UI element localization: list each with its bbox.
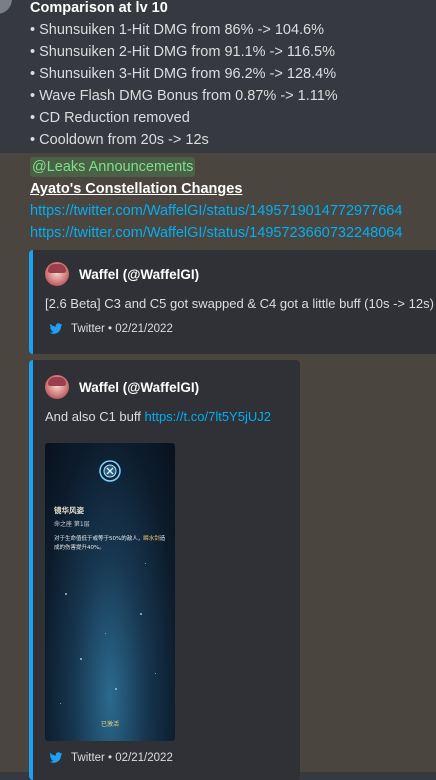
constellation-level: 命之座 第1层: [54, 521, 90, 528]
change-item: • Shunsuiken 1-Hit DMG from 86% -> 104.6…: [30, 22, 324, 38]
footer-text: Twitter • 02/21/2022: [71, 323, 173, 335]
constellation-title: 镜华风姿: [54, 506, 84, 515]
twitter-icon: [49, 323, 63, 334]
constellation-description: 对于生命值低于或等于50%的敌人，瞬水剑造成的伤害提升40%。: [54, 536, 166, 551]
constellation-screenshot[interactable]: 镜华风姿 命之座 第1层 对于生命值低于或等于50%的敌人，瞬水剑造成的伤害提升…: [45, 443, 175, 741]
footer-text: Twitter • 02/21/2022: [71, 752, 173, 764]
author-avatar: [45, 262, 69, 286]
tweet-embed: Waffel (@WaffelGI) And also C1 buff http…: [29, 360, 300, 780]
change-item: • CD Reduction removed: [30, 110, 190, 126]
activated-badge: 已激活: [100, 721, 119, 728]
message-heading: Ayato's Constellation Changes: [30, 181, 243, 197]
twitter-icon: [49, 752, 63, 763]
role-mention[interactable]: @Leaks Announcements: [30, 157, 196, 177]
constellation-emblem-icon: [99, 460, 121, 482]
change-item: • Shunsuiken 3-Hit DMG from 96.2% -> 128…: [30, 66, 337, 82]
author-avatar: [45, 375, 69, 399]
comparison-title: Comparison at lv 10: [30, 0, 168, 16]
author-name[interactable]: Waffel (@WaffelGI): [79, 267, 199, 282]
tweet-link[interactable]: https://twitter.com/WaffelGI/status/1495…: [30, 223, 402, 243]
embed-footer: Twitter • 02/21/2022: [49, 751, 173, 765]
embed-author[interactable]: Waffel (@WaffelGI): [45, 375, 199, 399]
change-item: • Wave Flash DMG Bonus from 0.87% -> 1.1…: [30, 88, 338, 104]
change-item: • Cooldown from 20s -> 12s: [30, 132, 209, 148]
change-item: • Shunsuiken 2-Hit DMG from 91.1% -> 116…: [30, 44, 336, 60]
tweet-text: And also C1 buff https://t.co/7lt5Y5jUJ2: [45, 408, 271, 426]
tweet-link[interactable]: https://twitter.com/WaffelGI/status/1495…: [30, 201, 402, 221]
user-avatar[interactable]: [0, 0, 12, 14]
tweet-media-link[interactable]: https://t.co/7lt5Y5jUJ2: [145, 409, 271, 424]
tweet-text-body: And also C1 buff: [45, 409, 145, 424]
tweet-text: [2.6 Beta] C3 and C5 got swapped & C4 go…: [45, 296, 434, 311]
embed-author[interactable]: Waffel (@WaffelGI): [45, 262, 199, 286]
tweet-embed: Waffel (@WaffelGI) [2.6 Beta] C3 and C5 …: [29, 250, 436, 354]
embed-footer: Twitter • 02/21/2022: [49, 322, 173, 336]
author-name[interactable]: Waffel (@WaffelGI): [79, 380, 199, 395]
message-upper: Comparison at lv 10 • Shunsuiken 1-Hit D…: [0, 0, 436, 153]
